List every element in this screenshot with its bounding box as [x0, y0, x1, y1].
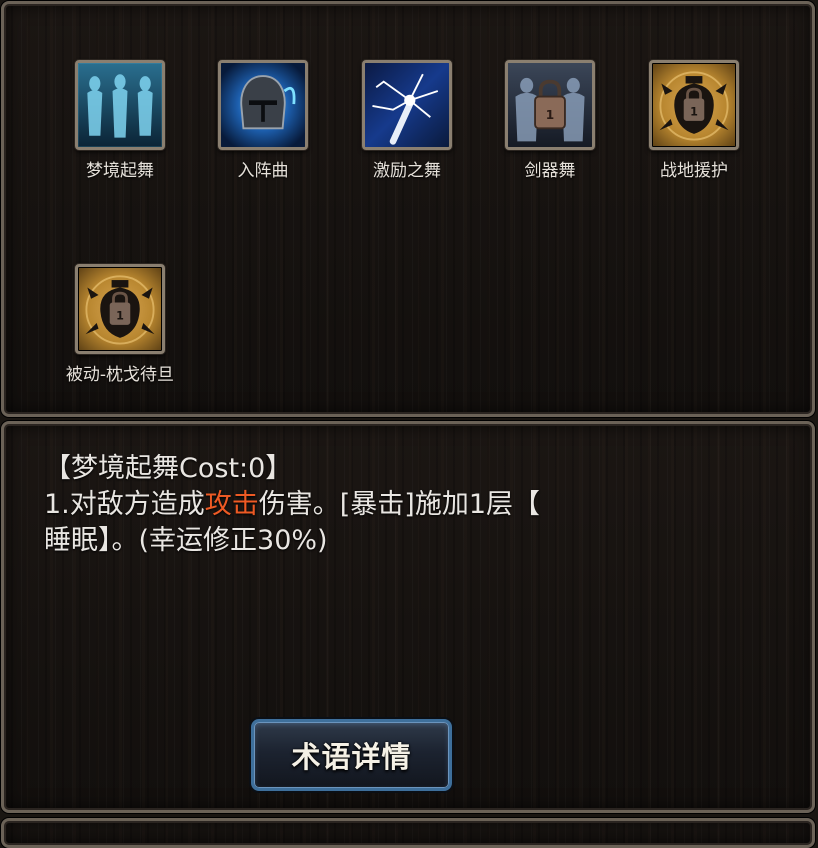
- description-text: 1.对敌方造成: [44, 489, 205, 520]
- lock-level: 1: [690, 105, 698, 118]
- skill-slot-1[interactable]: 梦境起舞: [45, 60, 195, 181]
- skill-description-title: 【梦境起舞Cost:0】: [44, 453, 293, 484]
- warriors-icon: 1: [508, 63, 592, 147]
- skill-name: 战地援护: [660, 161, 728, 181]
- lock-level: 1: [546, 108, 554, 122]
- lock-level: 1: [116, 309, 124, 322]
- skill-description-line-2: 睡眠】。(幸运修正30%): [44, 525, 328, 556]
- skill-icon-frame[interactable]: [218, 60, 308, 150]
- skill-slot-4[interactable]: 1 剑器舞: [475, 60, 625, 181]
- skill-icon-frame[interactable]: 1: [505, 60, 595, 150]
- skill-slot-6[interactable]: 1 被动-枕戈待旦: [45, 264, 195, 385]
- term-details-button[interactable]: 术语详情: [251, 719, 452, 791]
- skill-name: 入阵曲: [237, 161, 289, 181]
- bottom-panel-edge: [1, 818, 815, 848]
- term-details-button-label: 术语详情: [291, 740, 412, 774]
- skill-icon-frame[interactable]: 1: [75, 264, 165, 354]
- skill-icon-frame[interactable]: 1: [649, 60, 739, 150]
- skill-icon-frame[interactable]: [75, 60, 165, 150]
- skill-name: 激励之舞: [373, 161, 441, 181]
- skill-description-line-1: 1.对敌方造成攻击伤害。[暴击]施加1层【: [44, 487, 704, 523]
- skill-name: 被动-枕戈待旦: [65, 365, 175, 385]
- highlight-keyword: 攻击: [204, 489, 259, 520]
- skill-description: 【梦境起舞Cost:0】 1.对敌方造成攻击伤害。[暴击]施加1层【 睡眠】。(…: [44, 451, 704, 559]
- skill-slot-2[interactable]: 入阵曲: [188, 60, 338, 181]
- helmet-icon: [221, 63, 305, 147]
- locked-crest-icon: 1: [659, 71, 729, 141]
- lightning-icon: [365, 63, 449, 147]
- locked-crest-icon: 1: [85, 275, 155, 345]
- skill-icon-frame[interactable]: [362, 60, 452, 150]
- skill-slot-5[interactable]: 1 战地援护: [619, 60, 769, 181]
- skill-name: 梦境起舞: [86, 161, 154, 181]
- skill-slot-3[interactable]: 激励之舞: [332, 60, 482, 181]
- dancers-icon: [78, 63, 162, 147]
- description-text: 伤害。[暴击]施加1层【: [258, 489, 541, 520]
- skill-name: 剑器舞: [524, 161, 576, 181]
